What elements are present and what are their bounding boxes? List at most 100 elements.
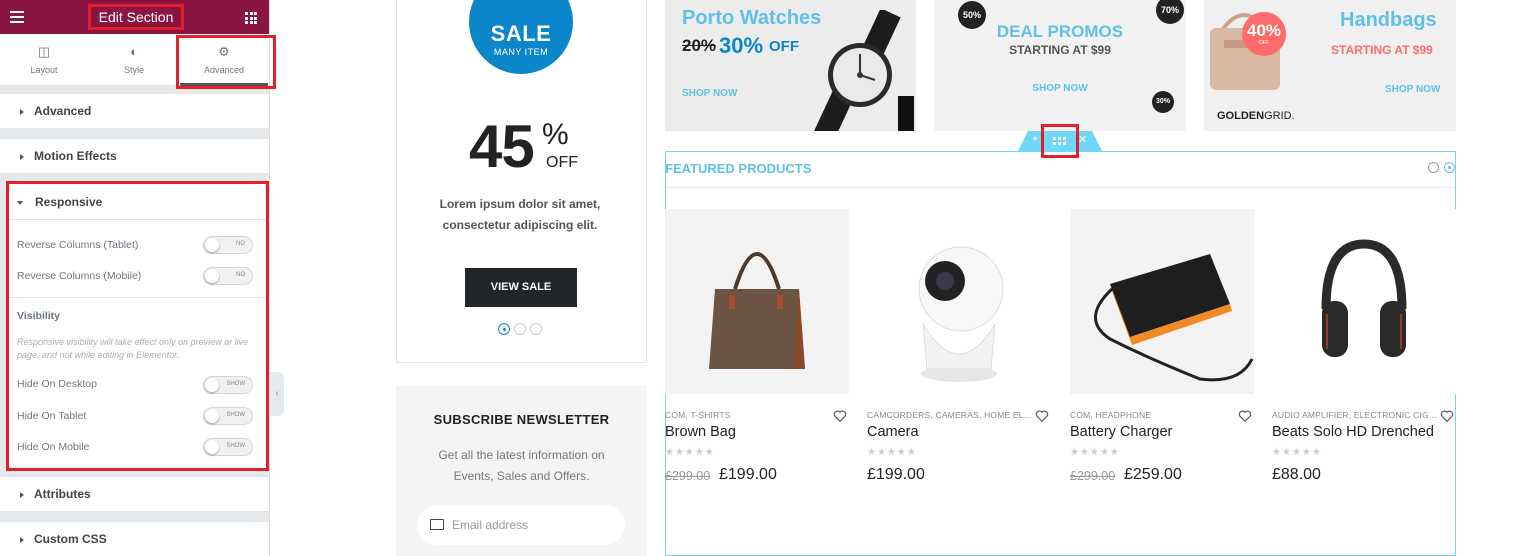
carousel-dot-active[interactable] <box>498 323 510 335</box>
close-section-icon[interactable]: ✕ <box>1078 133 1087 146</box>
sale-badge-sub: MANY ITEM <box>493 47 549 57</box>
product-name[interactable]: Camera <box>867 424 919 440</box>
product-name[interactable]: Battery Charger <box>1070 424 1172 440</box>
banner-shop-now[interactable]: SHOP NOW <box>934 83 1186 94</box>
tab-advanced[interactable]: ⚙ Advanced <box>180 34 268 86</box>
caret-right-icon <box>20 108 24 115</box>
envelope-icon <box>430 519 444 530</box>
rating-stars: ★★★★★ <box>665 447 715 458</box>
section-advanced[interactable]: Advanced <box>0 93 269 129</box>
hide-tablet-toggle[interactable]: SHOW <box>203 407 253 425</box>
product-old-price: £299.00 <box>1070 469 1116 483</box>
style-icon: ◐ <box>130 44 138 59</box>
rating-stars: ★★★★★ <box>1272 447 1322 458</box>
toggle-state: NO <box>236 241 245 247</box>
camera-image <box>918 246 1004 382</box>
deal-badge: 70% <box>1156 0 1184 24</box>
headphones-image <box>1321 239 1407 357</box>
tab-label: Style <box>123 65 144 75</box>
add-section-icon[interactable]: + <box>1032 134 1038 145</box>
reverse-mobile-toggle[interactable]: NO <box>203 267 253 285</box>
tab-style[interactable]: ◐ Style <box>90 34 178 86</box>
section-custom-css[interactable]: Custom CSS <box>0 521 269 556</box>
caret-right-icon <box>20 536 24 543</box>
sale-percent-sign: % <box>542 118 569 151</box>
caret-right-icon <box>20 491 24 498</box>
slider-dot[interactable] <box>1428 162 1439 173</box>
layout-icon: ◫ <box>37 44 51 59</box>
banner-porto-watches[interactable]: Porto Watches 20% 30% OFF SHOP NOW <box>665 0 916 131</box>
collapse-panel-handle[interactable]: ‹ <box>270 372 284 416</box>
widgets-grid-icon[interactable] <box>245 12 257 24</box>
banner-subtitle: STARTING AT $99 <box>1331 43 1433 57</box>
slider-dot-active[interactable] <box>1444 162 1455 173</box>
carousel-dot[interactable] <box>514 323 526 335</box>
section-label: Attributes <box>34 487 91 501</box>
carousel-dot[interactable] <box>530 323 542 335</box>
product-category[interactable]: AUDIO AMPLIFIER, ELECTRONIC CIG... <box>1272 410 1437 420</box>
product-category[interactable]: COM, HEADPHONE <box>1070 410 1151 420</box>
banner-old-percent: 20% <box>682 36 717 55</box>
product-image-camera[interactable] <box>867 209 1051 394</box>
bag-image <box>709 252 805 369</box>
product-price: £199.00 <box>867 466 925 483</box>
toggle-state: SHOW <box>226 443 245 449</box>
email-input[interactable]: Email address <box>417 505 625 545</box>
section-responsive: Responsive Reverse Columns (Tablet) NO R… <box>6 181 269 471</box>
product-category[interactable]: COM, T-SHIRTS <box>665 410 731 420</box>
heart-icon[interactable] <box>1440 409 1454 423</box>
panel-header: Edit Section <box>0 0 269 34</box>
section-motion-effects[interactable]: Motion Effects <box>0 138 269 174</box>
banner-subtitle: STARTING AT $99 <box>1009 43 1111 57</box>
heart-icon[interactable] <box>1035 409 1049 423</box>
product-name[interactable]: Beats Solo HD Drenched <box>1272 424 1434 440</box>
reverse-tablet-toggle[interactable]: NO <box>203 236 253 254</box>
tab-layout[interactable]: ◫ Layout <box>0 34 88 86</box>
heart-icon[interactable] <box>833 409 847 423</box>
product-price: £259.00 <box>1124 466 1182 483</box>
toggle-state: SHOW <box>226 412 245 418</box>
banner-new-percent: 30% <box>719 33 764 58</box>
banner-shop-now[interactable]: SHOP NOW <box>1385 84 1440 95</box>
responsive-header[interactable]: Responsive <box>9 184 266 220</box>
reverse-tablet-label: Reverse Columns (Tablet) <box>17 239 139 251</box>
sale-text: Lorem ipsum dolor sit amet, consectetur … <box>439 197 601 232</box>
caret-right-icon <box>20 153 24 160</box>
caret-down-icon <box>17 200 23 205</box>
product-image-battery-charger[interactable] <box>1070 209 1254 394</box>
banner-handbags[interactable]: 40% OFF Handbags STARTING AT $99 SHOP NO… <box>1204 0 1456 131</box>
hide-tablet-label: Hide On Tablet <box>17 410 87 422</box>
banner-shop-now[interactable]: SHOP NOW <box>682 88 737 99</box>
view-sale-button[interactable]: VIEW SALE <box>465 268 577 307</box>
hide-mobile-toggle[interactable]: SHOW <box>203 438 253 456</box>
divider <box>9 297 266 298</box>
panel-title: Edit Section <box>88 4 184 30</box>
elementor-panel: Edit Section ◫ Layout ◐ Style ⚙ Advanced… <box>0 0 270 556</box>
rating-stars: ★★★★★ <box>867 447 917 458</box>
product-image-brown-bag[interactable] <box>665 209 849 394</box>
hide-desktop-toggle[interactable]: SHOW <box>203 376 253 394</box>
banner-deal-promos[interactable]: 50% 70% 30% DEAL PROMOS STARTING AT $99 … <box>934 0 1186 131</box>
heart-icon[interactable] <box>1238 409 1252 423</box>
badge-percent: 40% <box>1246 21 1282 40</box>
banner-title: Porto Watches <box>682 7 822 29</box>
visibility-note: Responsive visibility will take effect o… <box>17 337 249 360</box>
sale-badge-title: SALE <box>490 21 552 46</box>
handle-highlight <box>1041 124 1079 158</box>
section-label: Responsive <box>35 195 103 209</box>
section-attributes[interactable]: Attributes <box>0 476 269 512</box>
featured-divider <box>666 187 1455 188</box>
product-category[interactable]: CAMCORDERS, CAMERAS, HOME EL... <box>867 410 1031 420</box>
product-image-headphones[interactable] <box>1272 209 1456 394</box>
hide-desktop-label: Hide On Desktop <box>17 378 97 390</box>
hide-mobile-label: Hide On Mobile <box>17 441 90 453</box>
product-name[interactable]: Brown Bag <box>665 424 736 440</box>
newsletter-text: Get all the latest information on Events… <box>438 448 605 483</box>
product-price: £88.00 <box>1272 466 1321 483</box>
visibility-title: Visibility <box>17 310 60 322</box>
featured-title: FEATURED PRODUCTS <box>665 161 812 176</box>
panel-tabs: ◫ Layout ◐ Style ⚙ Advanced <box>0 34 269 86</box>
banner-title: Handbags <box>1340 9 1437 31</box>
logo-part: GRID. <box>1264 110 1295 122</box>
hamburger-menu-icon[interactable] <box>10 11 24 23</box>
